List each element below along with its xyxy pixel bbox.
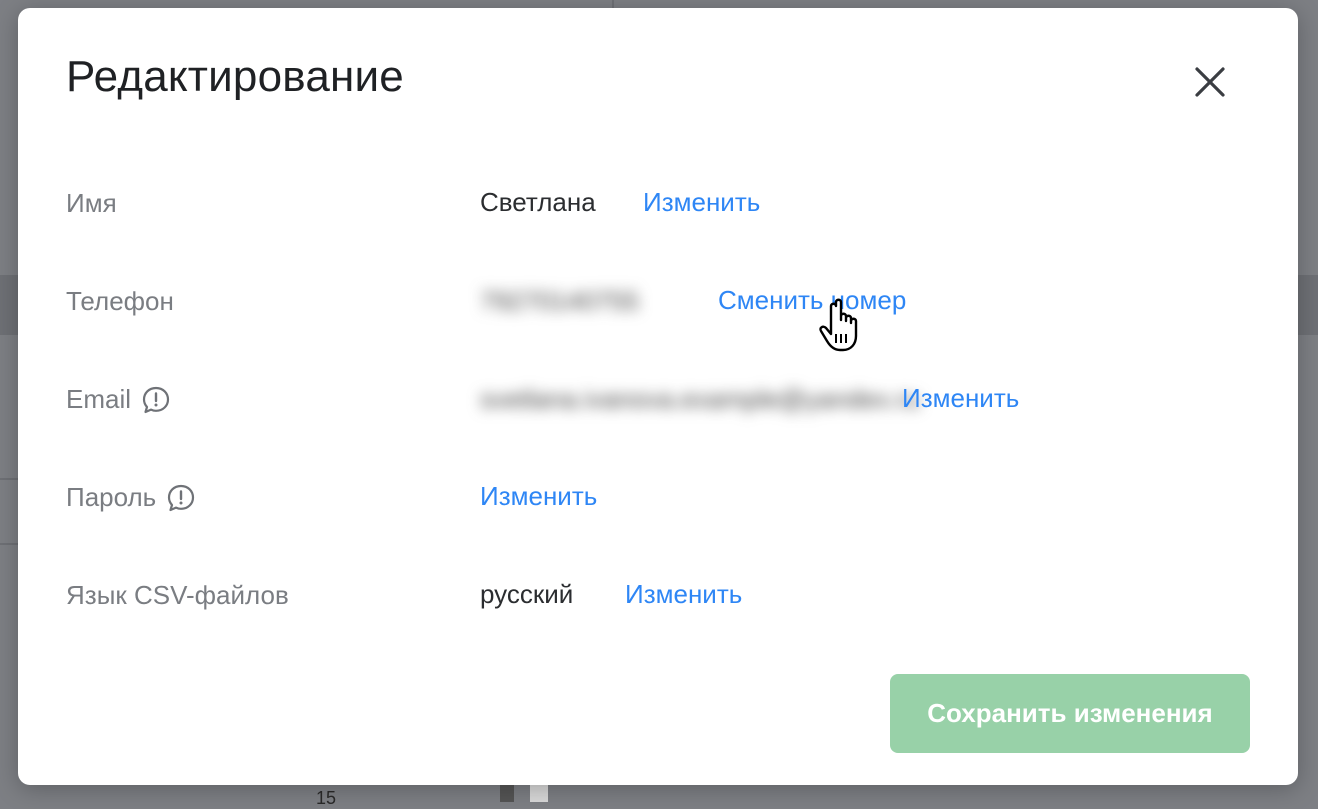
phone-label-text: Телефон — [66, 286, 174, 316]
csv-language-label: Язык CSV-файлов — [66, 580, 289, 611]
name-value: Светлана — [480, 187, 596, 217]
change-csv-language-link[interactable]: Изменить — [625, 579, 742, 610]
background-divider — [0, 543, 18, 545]
name-label: Имя — [66, 188, 117, 219]
email-label-text: Email — [66, 384, 132, 414]
edit-profile-modal: Редактирование Имя Светлана Изменить Тел… — [18, 8, 1298, 785]
close-button[interactable] — [1188, 60, 1232, 104]
email-label: Email — [66, 384, 171, 415]
background-divider — [612, 0, 614, 8]
csv-language-label-text: Язык CSV-файлов — [66, 580, 289, 610]
password-label-text: Пароль — [66, 482, 157, 512]
password-label: Пароль — [66, 482, 196, 513]
phone-value-blurred: 79270140755 — [480, 286, 640, 316]
modal-title: Редактирование — [66, 52, 404, 101]
hand-pointer-icon — [819, 298, 858, 352]
close-icon — [1195, 67, 1225, 97]
info-message-icon[interactable] — [141, 385, 171, 415]
change-email-link[interactable]: Изменить — [902, 383, 1019, 414]
csv-language-value: русский — [480, 579, 574, 609]
background-divider — [0, 478, 18, 480]
background-divider — [0, 275, 18, 335]
background-number: 15 — [316, 788, 337, 808]
change-password-link[interactable]: Изменить — [480, 481, 597, 512]
info-message-icon[interactable] — [166, 483, 196, 513]
change-name-link[interactable]: Изменить — [643, 187, 760, 218]
background-divider — [1298, 275, 1318, 335]
email-value-blurred: svetlana.ivanova.example@yandex.ru — [480, 384, 920, 414]
phone-label: Телефон — [66, 286, 174, 317]
save-button[interactable]: Сохранить изменения — [890, 674, 1250, 753]
change-phone-link[interactable]: Сменить номер — [718, 285, 906, 316]
name-label-text: Имя — [66, 188, 117, 218]
